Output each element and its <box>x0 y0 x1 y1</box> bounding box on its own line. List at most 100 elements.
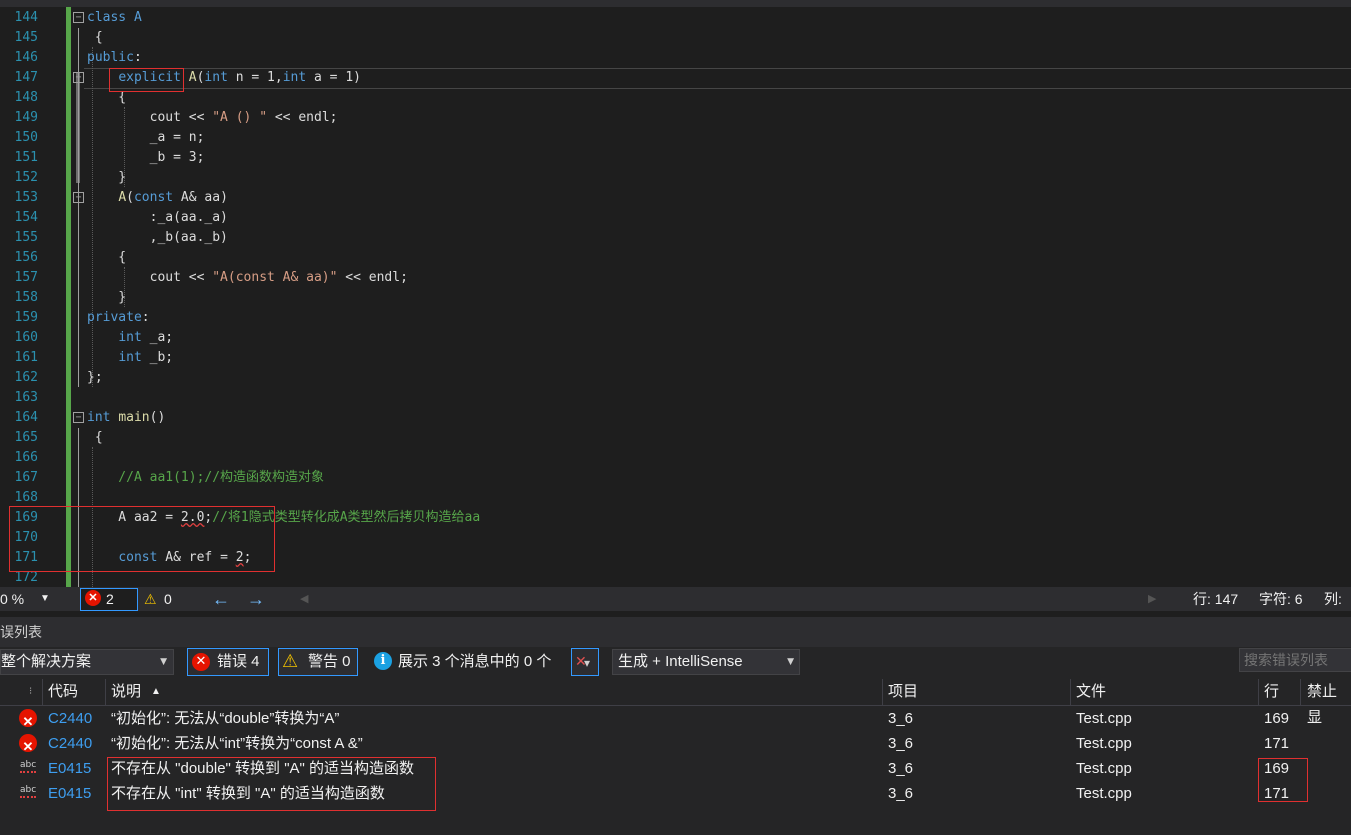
code-text: cout << "A(const A& aa)" << endl; <box>87 268 408 288</box>
code-text: int _b; <box>87 348 173 368</box>
code-token: class A <box>87 10 142 25</box>
scope-dropdown[interactable]: 整个解决方案 ▼ <box>0 649 174 675</box>
line-number: 158 <box>14 290 38 305</box>
code-token: private <box>87 310 142 325</box>
code-token: "A(const A& aa)" <box>212 270 338 285</box>
code-editor[interactable]: − − − − 144 class A 145 {146 public: 147 exp… <box>0 7 1351 587</box>
code-line[interactable]: 160 int _a; <box>0 328 1351 348</box>
line-number: 163 <box>14 390 38 405</box>
error-code-link[interactable]: C2440 <box>48 706 92 731</box>
error-list-row[interactable]: ✕ C2440 “初始化”: 无法从“double”转换为“A” 3_6 Test.cp… <box>0 706 1351 731</box>
code-text: } <box>87 288 126 308</box>
filter-toggle-button[interactable]: ✕ ▾ <box>571 648 599 676</box>
error-project: 3_6 <box>888 735 914 752</box>
line-number: 148 <box>14 90 38 105</box>
code-text: :_a(aa._a) <box>87 208 228 228</box>
code-token: << endl; <box>337 270 408 285</box>
code-token: { <box>87 430 103 445</box>
warning-icon: ⚠ <box>282 651 299 672</box>
error-code-link[interactable]: E0415 <box>48 781 91 806</box>
warning-count[interactable]: 0 <box>164 587 172 611</box>
code-line[interactable]: 155 ,_b(aa._b) <box>0 228 1351 248</box>
navigate-forward-icon[interactable]: → <box>247 587 265 611</box>
code-token: _b; <box>141 350 174 365</box>
code-line[interactable]: 164 int main() <box>0 408 1351 428</box>
code-token: int <box>118 350 142 365</box>
errors-filter-button[interactable]: ✕ 错误 4 <box>187 648 269 676</box>
scope-value: 整个解决方案 <box>1 653 92 670</box>
code-line[interactable]: 154 :_a(aa._a) <box>0 208 1351 228</box>
zoom-level[interactable]: 0 % <box>0 587 24 611</box>
code-line[interactable]: 147 explicit A(int n = 1,int a = 1) <box>0 68 1351 88</box>
code-line[interactable]: 166 <box>0 448 1351 468</box>
code-line[interactable]: 151 _b = 3; <box>0 148 1351 168</box>
code-line[interactable]: 145 { <box>0 28 1351 48</box>
code-line[interactable]: 158 } <box>0 288 1351 308</box>
error-icon: ✕ <box>19 709 37 729</box>
scroll-left-icon[interactable]: ◀ <box>300 587 308 611</box>
code-line[interactable]: 168 <box>0 488 1351 508</box>
code-line[interactable]: 165 { <box>0 428 1351 448</box>
error-code-link[interactable]: E0415 <box>48 756 91 781</box>
code-text: }; <box>87 368 103 388</box>
line-number: 146 <box>14 50 38 65</box>
code-line[interactable]: 146 public: <box>0 48 1351 68</box>
error-icon: ✕ <box>192 653 210 671</box>
code-line[interactable]: 150 _a = n; <box>0 128 1351 148</box>
error-icon: ✕ <box>19 734 37 754</box>
code-token: a = 1) <box>306 70 361 85</box>
cursor-line: 行: 147 <box>1193 591 1239 607</box>
sort-ascending-icon: ▲ <box>151 686 161 697</box>
code-line[interactable]: 144 class A <box>0 8 1351 28</box>
scroll-right-icon[interactable]: ▶ <box>1148 587 1156 611</box>
column-options-icon[interactable]: ⁝ <box>29 679 32 705</box>
code-line[interactable]: 149 cout << "A () " << endl; <box>0 108 1351 128</box>
code-line[interactable]: 167 //A aa1(1);//构造函数构造对象 <box>0 468 1351 488</box>
code-line[interactable]: 159 private: <box>0 308 1351 328</box>
messages-filter-button[interactable]: i 展示 3 个消息中的 0 个 <box>372 649 562 675</box>
column-header-code[interactable]: 代码 <box>48 679 78 705</box>
code-token: ( <box>126 190 134 205</box>
error-count: 2 <box>106 591 114 607</box>
warnings-filter-button[interactable]: ⚠ 警告 0 <box>278 648 358 676</box>
warning-icon: ⚠ <box>144 591 157 607</box>
code-text: } <box>87 168 126 188</box>
column-header-description[interactable]: 说明 <box>111 679 141 705</box>
code-token: n = 1, <box>227 70 283 85</box>
code-line[interactable]: 162}; <box>0 368 1351 388</box>
error-list-row[interactable]: ✕ C2440 “初始化”: 无法从“int”转换为“const A &” 3_6 Te… <box>0 731 1351 756</box>
line-number: 167 <box>14 470 38 485</box>
code-text: { <box>87 248 126 268</box>
code-token: int <box>87 410 111 425</box>
line-number: 159 <box>14 310 38 325</box>
search-error-list-input[interactable] <box>1239 648 1351 672</box>
column-header-line[interactable]: 行 <box>1264 679 1279 705</box>
code-line[interactable]: 163 <box>0 388 1351 408</box>
line-number: 154 <box>14 210 38 225</box>
column-header-project[interactable]: 项目 <box>888 679 918 705</box>
code-text: //A aa1(1);//构造函数构造对象 <box>87 468 324 488</box>
build-mode-dropdown[interactable]: 生成 + IntelliSense ▼ <box>612 649 800 675</box>
code-line[interactable]: 157 cout << "A(const A& aa)" << endl; <box>0 268 1351 288</box>
code-line[interactable]: 152 } <box>0 168 1351 188</box>
code-line[interactable]: 148 { <box>0 88 1351 108</box>
code-text: private: <box>87 308 150 328</box>
code-line[interactable]: 156 { <box>0 248 1351 268</box>
code-text: int main() <box>87 408 165 428</box>
error-code-link[interactable]: C2440 <box>48 731 92 756</box>
line-number: 145 <box>14 30 38 45</box>
column-header-file[interactable]: 文件 <box>1076 679 1106 705</box>
code-token: _a = n; <box>87 130 205 145</box>
code-token: _b = 3; <box>87 150 205 165</box>
code-line[interactable]: 153 A(const A& aa) <box>0 188 1351 208</box>
navigate-back-icon[interactable]: ← <box>212 587 230 611</box>
code-line[interactable]: 161 int _b; <box>0 348 1351 368</box>
line-number: 153 <box>14 190 38 205</box>
zoom-dropdown-icon[interactable]: ▼ <box>40 587 50 611</box>
code-text: { <box>87 428 103 448</box>
intellisense-error-icon: abc <box>20 759 37 773</box>
error-count-button[interactable]: ✕ 2 <box>80 588 138 611</box>
chevron-down-icon: ▼ <box>787 657 794 667</box>
code-token: int <box>118 330 142 345</box>
